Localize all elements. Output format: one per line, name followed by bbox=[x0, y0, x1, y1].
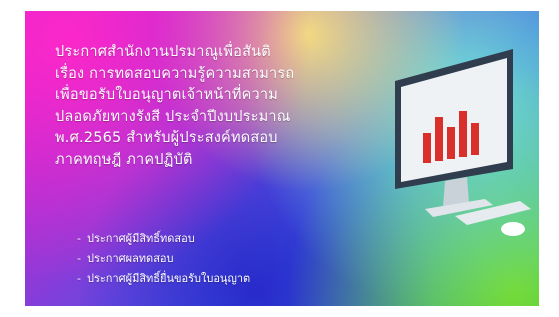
computer-illustration bbox=[395, 49, 531, 236]
link-label: ประกาศผู้มีสิทธิ์ทดสอบ bbox=[87, 232, 195, 245]
mouse-icon bbox=[501, 222, 525, 236]
title-line: ภาคทฤษฎี ภาคปฏิบัติ bbox=[55, 151, 193, 168]
title-line: เพื่อขอรับใบอนุญาตเจ้าหน้าที่ความ bbox=[55, 87, 278, 103]
title-line: ประกาศสำนักงานปรมาณูเพื่อสันติ bbox=[55, 44, 271, 60]
title-line: ปลอดภัยทางรังสี ประจำปีงบประมาณ bbox=[55, 108, 291, 125]
title-line: พ.ศ.2565 สำหรับผู้ประสงค์ทดสอบ bbox=[55, 130, 278, 146]
announcement-links: - ประกาศผู้มีสิทธิ์ทดสอบ - ประกาศผลทดสอบ -… bbox=[77, 229, 250, 289]
link-label: ประกาศผลทดสอบ bbox=[87, 252, 174, 265]
announcement-banner: ประกาศสำนักงานปรมาณูเพื่อสันติ เรื่อง กา… bbox=[25, 11, 539, 306]
link-eligible-candidates[interactable]: - ประกาศผู้มีสิทธิ์ทดสอบ bbox=[77, 229, 250, 249]
link-eligible-license-applicants[interactable]: - ประกาศผู้มีสิทธิ์ยื่นขอรับใบอนุญาต bbox=[77, 269, 250, 289]
title-line: เรื่อง การทดสอบความรู้ความสามารถ bbox=[55, 65, 295, 82]
link-label: ประกาศผู้มีสิทธิ์ยื่นขอรับใบอนุญาต bbox=[87, 272, 251, 285]
announcement-title: ประกาศสำนักงานปรมาณูเพื่อสันติ เรื่อง กา… bbox=[55, 42, 375, 171]
link-test-results[interactable]: - ประกาศผลทดสอบ bbox=[77, 249, 250, 269]
